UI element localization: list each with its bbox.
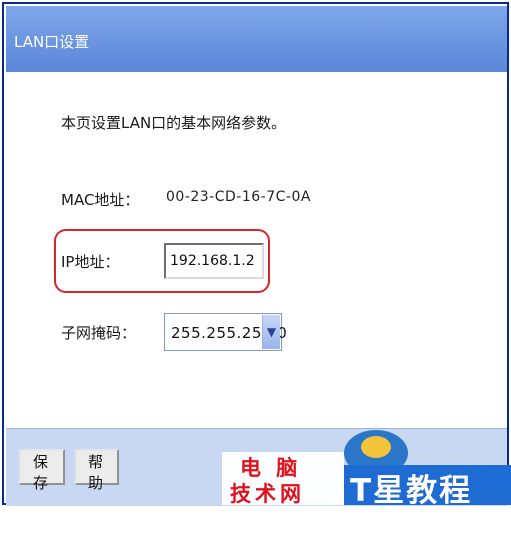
page-description: 本页设置LAN口的基本网络参数。	[61, 114, 287, 132]
ip-address-input[interactable]	[164, 243, 264, 279]
ip-address-label: IP地址：	[61, 253, 120, 271]
settings-content: 本页设置LAN口的基本网络参数。 MAC地址： 00-23-CD-16-7C-0…	[6, 72, 507, 428]
router-settings-panel: LAN口设置 本页设置LAN口的基本网络参数。 MAC地址： 00-23-CD-…	[2, 2, 509, 506]
mac-address-label: MAC地址：	[61, 191, 140, 209]
watermark-brand: T星教程网	[344, 465, 511, 554]
watermark-logo-accent	[361, 436, 391, 458]
chevron-down-icon[interactable]: ▼	[262, 315, 280, 349]
watermark-text-line2: 技术网	[230, 482, 305, 506]
panel-titlebar: LAN口设置	[6, 6, 507, 72]
save-button[interactable]: 保 存	[19, 449, 65, 492]
panel-title: LAN口设置	[14, 33, 90, 51]
help-button[interactable]: 帮 助	[75, 449, 119, 492]
subnet-mask-label: 子网掩码：	[61, 324, 137, 342]
mac-address-value: 00-23-CD-16-7C-0A	[166, 189, 311, 205]
subnet-mask-select[interactable]: 255.255.255.0 ▼	[164, 313, 287, 351]
